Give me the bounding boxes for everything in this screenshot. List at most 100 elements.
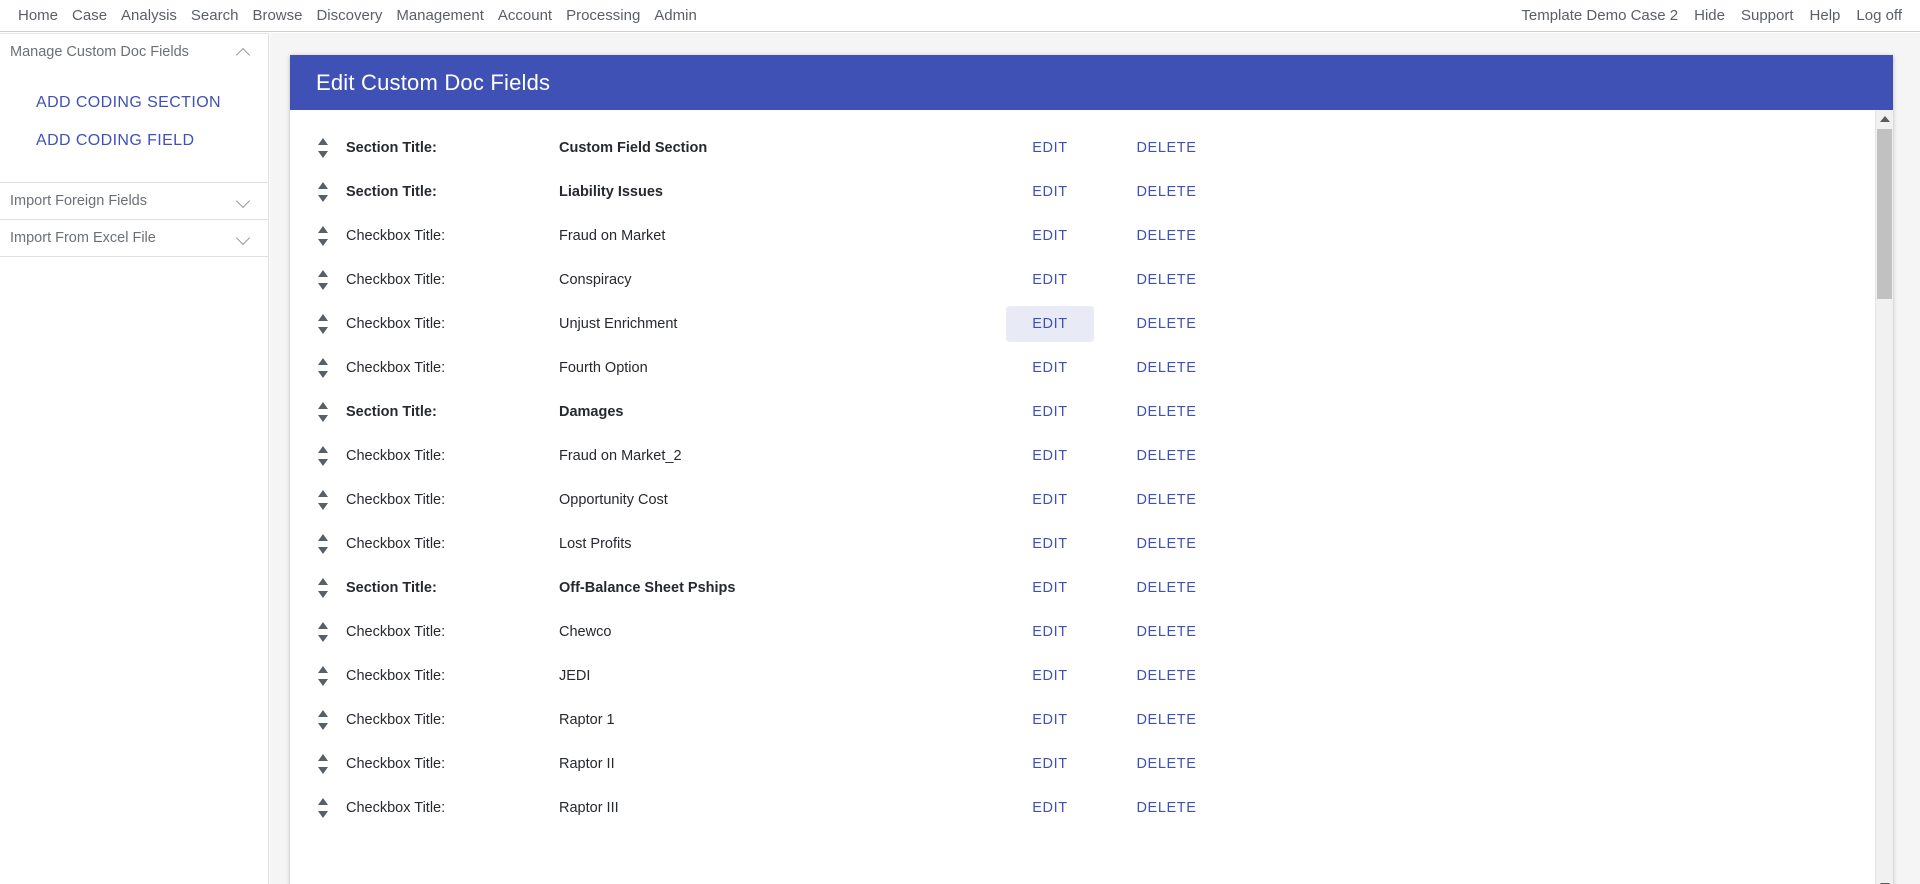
nav-discovery[interactable]: Discovery (316, 7, 382, 25)
delete-button[interactable]: DELETE (1114, 306, 1219, 342)
delete-button[interactable]: DELETE (1114, 394, 1219, 430)
add-coding-field-button[interactable]: ADD CODING FIELD (0, 122, 268, 160)
nav-search[interactable]: Search (191, 7, 239, 25)
nav-hide[interactable]: Hide (1694, 7, 1725, 25)
nav-admin[interactable]: Admin (654, 7, 697, 25)
delete-button[interactable]: DELETE (1114, 438, 1219, 474)
nav-home[interactable]: Home (18, 7, 58, 25)
delete-button[interactable]: DELETE (1114, 174, 1219, 210)
drag-handle[interactable] (300, 534, 346, 554)
row-actions: EDIT DELETE (1006, 658, 1219, 694)
delete-button[interactable]: DELETE (1114, 350, 1219, 386)
drag-handle[interactable] (300, 578, 346, 598)
sidebar-panel-header[interactable]: Import From Excel File (0, 220, 268, 256)
table-row: Checkbox Title: Fourth Option EDIT DELETE (290, 346, 1875, 390)
drag-handle[interactable] (300, 270, 346, 290)
delete-button[interactable]: DELETE (1114, 482, 1219, 518)
drag-handle[interactable] (300, 402, 346, 422)
nav-browse[interactable]: Browse (252, 7, 302, 25)
edit-button[interactable]: EDIT (1006, 130, 1094, 166)
delete-button[interactable]: DELETE (1114, 614, 1219, 650)
chevron-up-icon (236, 44, 252, 60)
delete-button[interactable]: DELETE (1114, 658, 1219, 694)
delete-button[interactable]: DELETE (1114, 570, 1219, 606)
sort-updown-icon (318, 490, 329, 510)
edit-button[interactable]: EDIT (1006, 218, 1094, 254)
edit-button[interactable]: EDIT (1006, 746, 1094, 782)
edit-button[interactable]: EDIT (1006, 570, 1094, 606)
drag-handle[interactable] (300, 490, 346, 510)
nav-account[interactable]: Account (498, 7, 552, 25)
edit-button[interactable]: EDIT (1006, 350, 1094, 386)
nav-processing[interactable]: Processing (566, 7, 640, 25)
edit-button[interactable]: EDIT (1006, 614, 1094, 650)
delete-button[interactable]: DELETE (1114, 746, 1219, 782)
nav-help[interactable]: Help (1810, 7, 1841, 25)
sidebar-panel-header[interactable]: Manage Custom Doc Fields (0, 34, 268, 70)
table-row: Section Title: Liability Issues EDIT DELETE (290, 170, 1875, 214)
add-coding-section-button[interactable]: ADD CODING SECTION (0, 84, 268, 122)
edit-button[interactable]: EDIT (1006, 174, 1094, 210)
edit-button[interactable]: EDIT (1006, 262, 1094, 298)
delete-button[interactable]: DELETE (1114, 218, 1219, 254)
row-actions: EDIT DELETE (1006, 130, 1219, 166)
nav-support[interactable]: Support (1741, 7, 1794, 25)
edit-button[interactable]: EDIT (1006, 658, 1094, 694)
sort-updown-icon (318, 534, 329, 554)
drag-handle[interactable] (300, 314, 346, 334)
field-type-label: Checkbox Title: (346, 800, 446, 816)
drag-handle[interactable] (300, 710, 346, 730)
nav-logoff[interactable]: Log off (1856, 7, 1902, 25)
vertical-scrollbar[interactable] (1875, 110, 1893, 884)
drag-handle[interactable] (300, 754, 346, 774)
field-title-value: Fourth Option (559, 360, 648, 376)
drag-handle[interactable] (300, 798, 346, 818)
delete-button[interactable]: DELETE (1114, 262, 1219, 298)
sidebar-panel-header[interactable]: Import Foreign Fields (0, 183, 268, 219)
drag-handle[interactable] (300, 226, 346, 246)
scrollbar-thumb[interactable] (1877, 129, 1892, 299)
field-title-value: Fraud on Market (559, 228, 666, 244)
edit-button[interactable]: EDIT (1006, 394, 1094, 430)
edit-button[interactable]: EDIT (1006, 306, 1094, 342)
drag-handle[interactable] (300, 138, 346, 158)
delete-button[interactable]: DELETE (1114, 130, 1219, 166)
delete-button[interactable]: DELETE (1114, 790, 1219, 826)
sort-updown-icon (318, 226, 329, 246)
row-actions: EDIT DELETE (1006, 394, 1219, 430)
sort-updown-icon (318, 798, 329, 818)
sidebar-panel: Import Foreign Fields (0, 183, 268, 220)
nav-current-case[interactable]: Template Demo Case 2 (1521, 7, 1678, 25)
nav-case[interactable]: Case (72, 7, 107, 25)
field-title-value: Raptor III (559, 800, 619, 816)
delete-button[interactable]: DELETE (1114, 526, 1219, 562)
main-content-area: Edit Custom Doc Fields Section Title: Cus… (270, 33, 1920, 884)
row-actions: EDIT DELETE (1006, 262, 1219, 298)
drag-handle[interactable] (300, 666, 346, 686)
sidebar-panel-title: Import Foreign Fields (10, 193, 147, 209)
primary-nav-links: Home Case Analysis Search Browse Discovery Man… (0, 7, 697, 25)
table-row: Checkbox Title: Conspiracy EDIT DELETE (290, 258, 1875, 302)
edit-button[interactable]: EDIT (1006, 702, 1094, 738)
chevron-down-icon (236, 193, 252, 209)
row-actions: EDIT DELETE (1006, 438, 1219, 474)
scroll-down-arrow-icon[interactable] (1876, 877, 1893, 884)
nav-management[interactable]: Management (396, 7, 484, 25)
sort-updown-icon (318, 314, 329, 334)
edit-button[interactable]: EDIT (1006, 482, 1094, 518)
scroll-up-arrow-icon[interactable] (1876, 110, 1893, 128)
drag-handle[interactable] (300, 622, 346, 642)
delete-button[interactable]: DELETE (1114, 702, 1219, 738)
edit-button[interactable]: EDIT (1006, 790, 1094, 826)
nav-analysis[interactable]: Analysis (121, 7, 177, 25)
row-actions: EDIT DELETE (1006, 482, 1219, 518)
table-row: Checkbox Title: Lost Profits EDIT DELETE (290, 522, 1875, 566)
edit-button[interactable]: EDIT (1006, 438, 1094, 474)
edit-button[interactable]: EDIT (1006, 526, 1094, 562)
drag-handle[interactable] (300, 358, 346, 378)
field-type-label: Checkbox Title: (346, 492, 446, 508)
drag-handle[interactable] (300, 182, 346, 202)
sidebar-panel-body: ADD CODING SECTION ADD CODING FIELD (0, 70, 268, 182)
drag-handle[interactable] (300, 446, 346, 466)
field-title-value: Fraud on Market_2 (559, 448, 682, 464)
